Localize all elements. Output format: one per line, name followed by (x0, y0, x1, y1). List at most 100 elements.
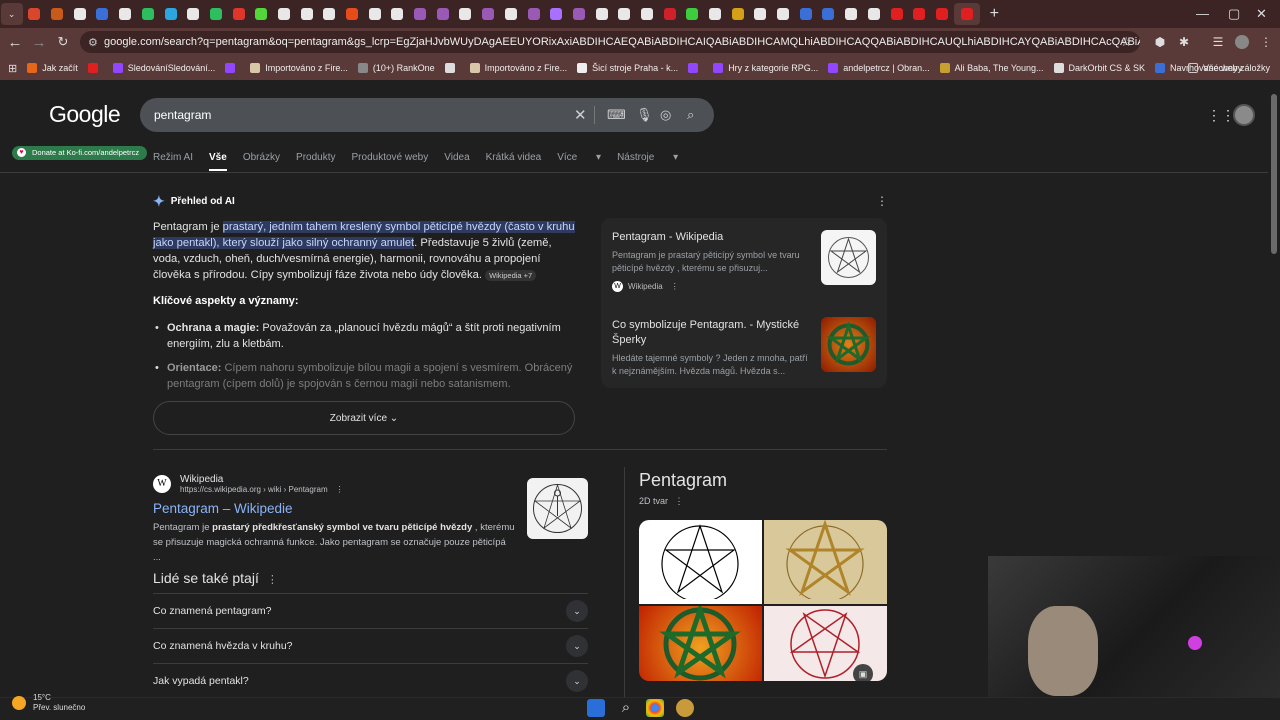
image-grid[interactable]: ▣ (639, 520, 887, 681)
weather-widget[interactable]: 15°C Přev. slunečno (12, 693, 85, 713)
browser-tab[interactable] (69, 3, 91, 25)
tab-short-videos[interactable]: Krátká videa (486, 152, 542, 171)
browser-tab[interactable] (613, 3, 635, 25)
browser-tab[interactable] (46, 3, 68, 25)
keyboard-icon[interactable]: ⌨ (607, 107, 626, 123)
browser-tab[interactable] (591, 3, 613, 25)
tab-search-button[interactable]: ⌄ (0, 3, 23, 25)
chrome-icon[interactable] (646, 699, 664, 717)
tab-videos[interactable]: Videa (444, 152, 469, 171)
browser-tab[interactable] (523, 3, 545, 25)
browser-tab[interactable] (704, 3, 726, 25)
chevron-down-icon[interactable]: ⌄ (566, 670, 588, 692)
forward-icon[interactable]: → (27, 34, 51, 51)
reload-icon[interactable]: ↻ (51, 34, 75, 50)
mic-icon[interactable]: 🎙 (636, 107, 653, 123)
account-avatar[interactable] (1233, 104, 1255, 126)
back-icon[interactable]: ← (3, 34, 27, 51)
more-icon[interactable]: ⋮ (671, 282, 679, 291)
clear-icon[interactable]: ✕ (574, 106, 587, 124)
site-info-icon[interactable]: ⚙ (88, 36, 98, 49)
browser-tab[interactable] (681, 3, 703, 25)
ai-more-icon[interactable]: ⋮ (876, 194, 888, 208)
browser-tab[interactable] (454, 3, 476, 25)
bookmark-item[interactable]: Importováno z Fire... (469, 63, 567, 73)
new-tab-button[interactable]: + (990, 5, 999, 23)
lens-icon[interactable]: ◎ (660, 107, 671, 123)
browser-tab[interactable] (772, 3, 794, 25)
maximize-button[interactable]: ▢ (1228, 6, 1240, 22)
browser-tab[interactable] (863, 3, 885, 25)
google-logo[interactable]: Google (49, 101, 121, 128)
tab-product-sites[interactable]: Produktové weby (352, 152, 429, 171)
bookmark-item[interactable] (87, 63, 103, 73)
browser-tab[interactable] (137, 3, 159, 25)
tab-images[interactable]: Obrázky (243, 152, 280, 171)
minimize-button[interactable]: — (1196, 6, 1209, 21)
bookmark-star-icon[interactable]: ☆ (1120, 34, 1132, 50)
chevron-down-icon[interactable]: ⌄ (566, 635, 588, 657)
tab-all[interactable]: Vše (209, 152, 227, 171)
puzzle-icon[interactable]: ✱ (1172, 35, 1196, 49)
menu-icon[interactable]: ⋮ (1254, 35, 1278, 49)
question-row[interactable]: Co znamená hvězda v kruhu? ⌄ (153, 628, 588, 663)
tab-more[interactable]: Více ▾ (557, 152, 601, 171)
bookmark-item[interactable]: Ali Baba, The Young... (939, 63, 1044, 73)
pentagram-image[interactable] (764, 520, 887, 604)
browser-tab[interactable] (114, 3, 136, 25)
browser-tab[interactable] (931, 3, 953, 25)
extension-icon[interactable]: ⬢ (1148, 35, 1172, 49)
media-icon[interactable]: ☰ (1206, 35, 1230, 49)
browser-tab[interactable] (432, 3, 454, 25)
close-window-button[interactable]: ✕ (1256, 6, 1267, 22)
browser-tab[interactable] (228, 3, 250, 25)
browser-tab[interactable] (250, 3, 272, 25)
question-row[interactable]: Co znamená pentagram? ⌄ (153, 593, 588, 628)
profile-avatar[interactable] (1235, 35, 1249, 49)
browser-tab[interactable] (840, 3, 862, 25)
browser-tab[interactable] (160, 3, 182, 25)
bookmark-item[interactable]: Šicí stroje Praha - k... (577, 63, 678, 73)
kofi-badge[interactable]: ♥ Donate at Ko-fi.com/andelpetrcz (12, 146, 148, 160)
bookmark-item[interactable] (225, 63, 240, 73)
browser-tab[interactable] (341, 3, 363, 25)
show-more-button[interactable]: Zobrazit více ⌄ (153, 401, 575, 435)
search-icon[interactable]: ⌕ (617, 699, 635, 717)
browser-tab[interactable] (727, 3, 749, 25)
bookmark-item[interactable] (688, 63, 703, 73)
browser-tab[interactable] (545, 3, 567, 25)
tab-ai-mode[interactable]: Režim AI (153, 152, 193, 171)
result-source[interactable]: W Wikipedia https://cs.wikipedia.org › wi… (153, 474, 344, 494)
tab-tools[interactable]: Nástroje ▾ (617, 152, 678, 171)
browser-tab[interactable] (182, 3, 204, 25)
chevron-down-icon[interactable]: ⌄ (566, 600, 588, 622)
browser-tab[interactable] (205, 3, 227, 25)
all-bookmarks[interactable]: Všechny záložky (1187, 63, 1270, 73)
browser-tab[interactable] (749, 3, 771, 25)
result-title-link[interactable]: Pentagram – Wikipedie (153, 501, 293, 516)
browser-tab[interactable] (23, 3, 45, 25)
browser-tab[interactable] (908, 3, 930, 25)
pentagram-image[interactable] (639, 520, 762, 604)
apps-grid-icon[interactable]: ⊞ (8, 62, 17, 75)
browser-tab[interactable] (91, 3, 113, 25)
browser-tab[interactable] (886, 3, 908, 25)
browser-tab[interactable] (386, 3, 408, 25)
browser-tab[interactable] (953, 3, 980, 25)
browser-tab[interactable] (659, 3, 681, 25)
bookmark-item[interactable]: Hry z kategorie RPG... (713, 63, 818, 73)
browser-tab[interactable] (273, 3, 295, 25)
question-row[interactable]: Jak vypadá pentakl? ⌄ (153, 663, 588, 698)
search-box[interactable]: pentagram ✕ ⌨ 🎙 ◎ ⌕ (140, 98, 714, 132)
bookmark-item[interactable]: SledováníSledování... (112, 63, 215, 73)
pentagram-image[interactable] (639, 602, 762, 681)
bookmark-item[interactable]: DarkOrbit CS & SK (1053, 63, 1145, 73)
start-icon[interactable] (587, 699, 605, 717)
vitruvian-thumbnail[interactable] (527, 478, 588, 539)
scrollbar-thumb[interactable] (1271, 94, 1277, 254)
pentagram-thumbnail[interactable] (821, 317, 876, 372)
app-icon[interactable] (676, 699, 694, 717)
bookmark-item[interactable]: Importováno z Fire... (250, 63, 348, 73)
browser-tab[interactable] (795, 3, 817, 25)
address-bar[interactable]: ⚙ google.com/search?q=pentagram&oq=penta… (80, 31, 1140, 53)
